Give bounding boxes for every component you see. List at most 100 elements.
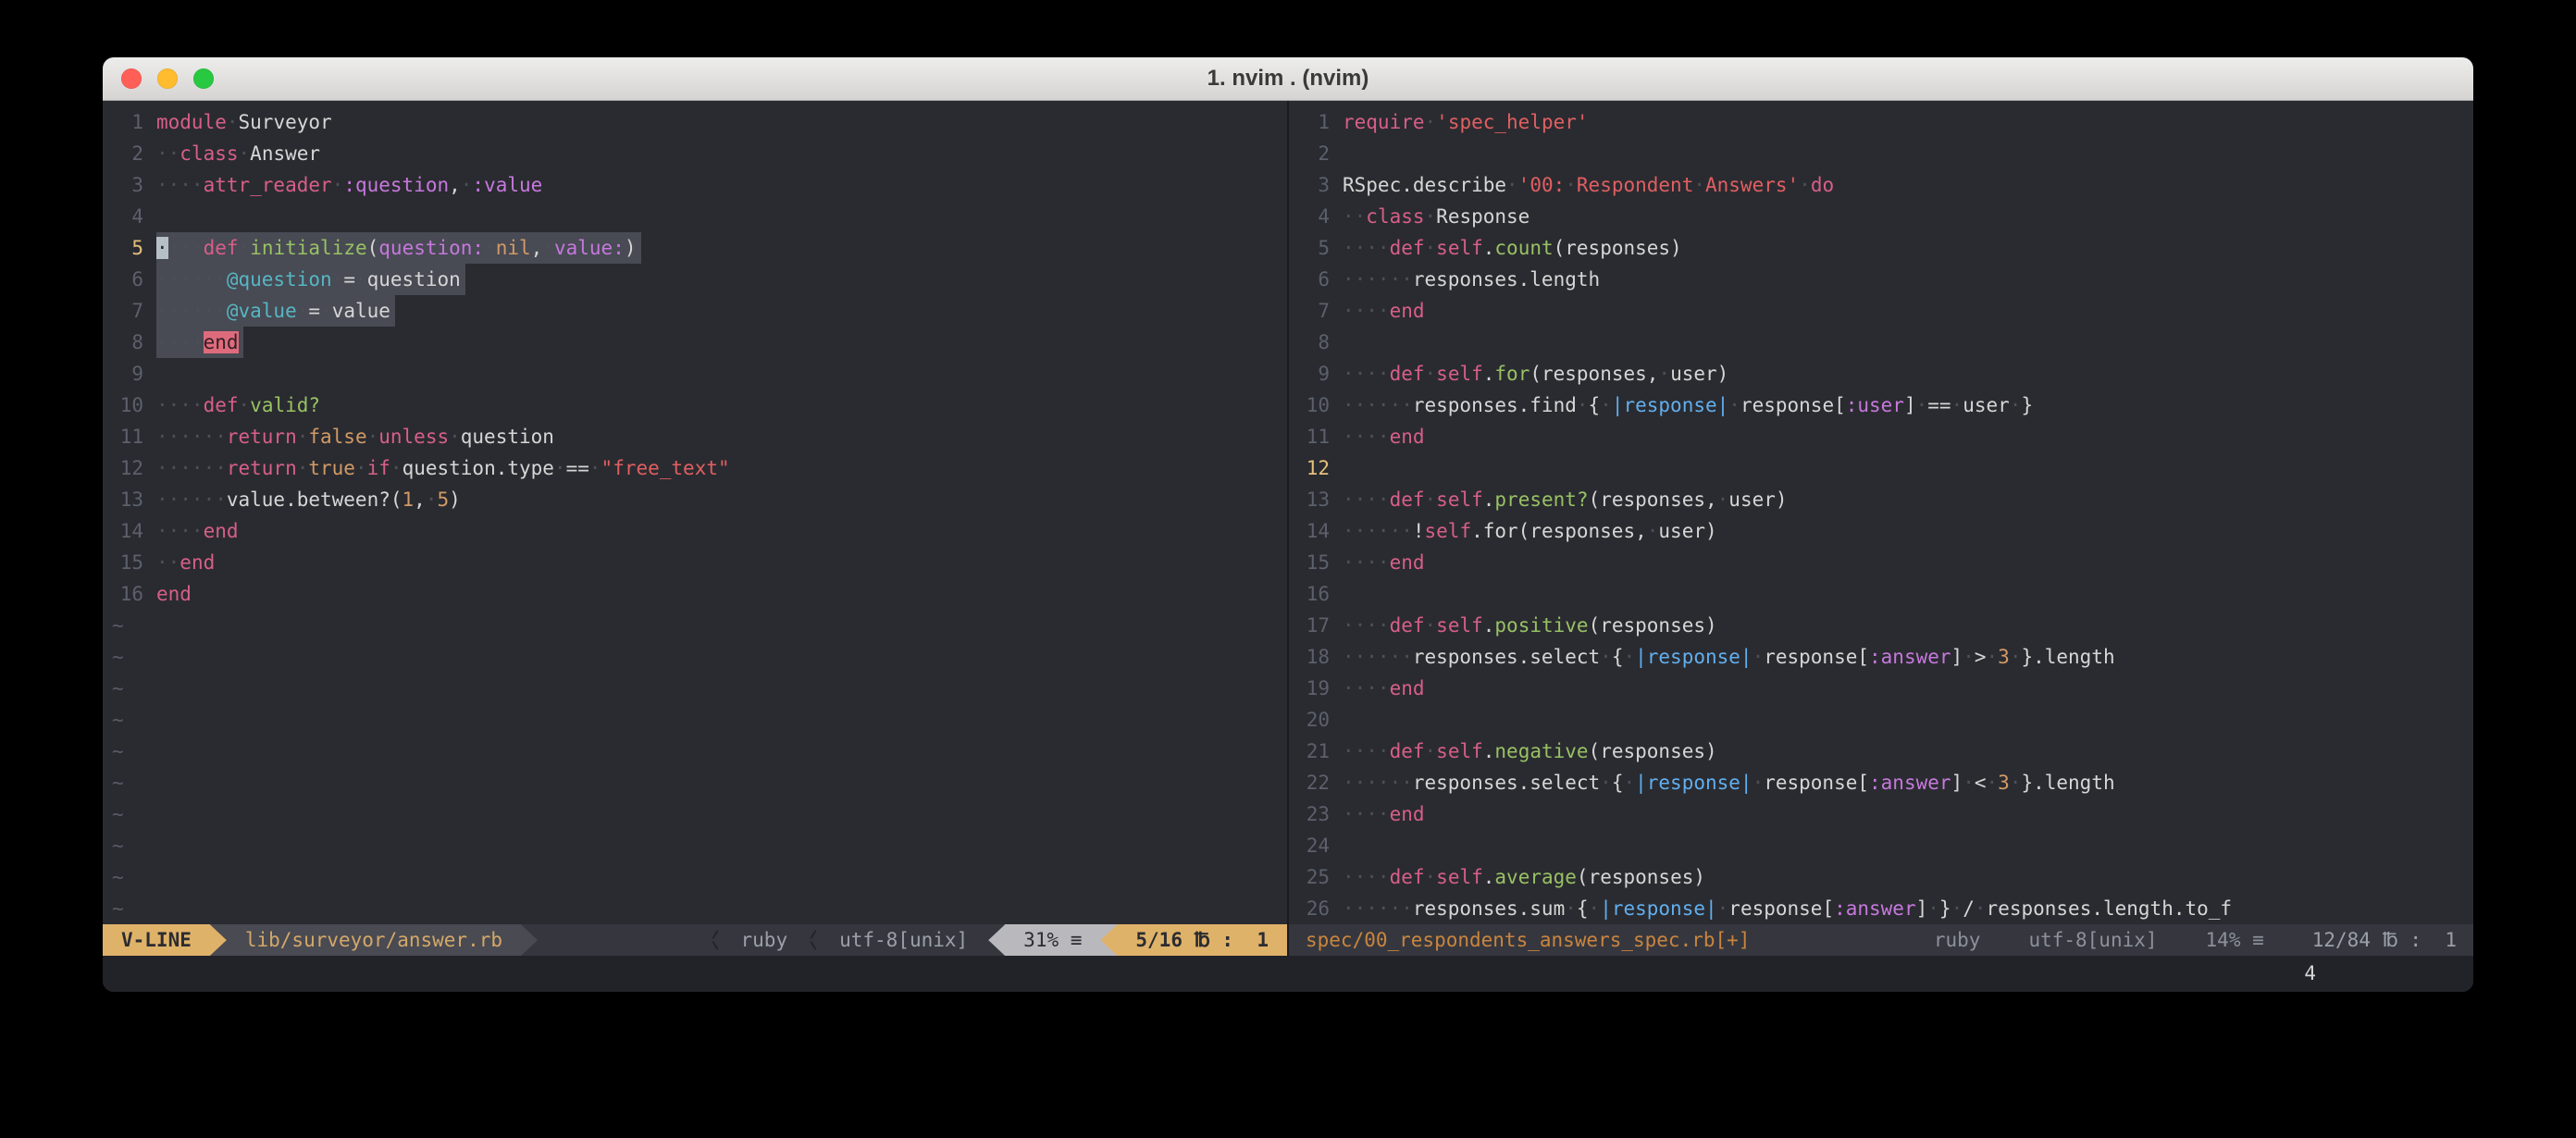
- line-number: 13: [1289, 484, 1343, 515]
- tilde-marker: ~: [103, 641, 124, 673]
- code-text: ····attr_reader·:question,·:value: [156, 169, 542, 201]
- line-number: 4: [1289, 201, 1343, 232]
- code-line[interactable]: 5····def·initialize(question:·nil,·value…: [103, 232, 1287, 264]
- line-number: 15: [103, 547, 156, 578]
- code-line[interactable]: 22······responses.select·{·|response|·re…: [1289, 767, 2473, 798]
- code-line[interactable]: 4··class·Response: [1289, 201, 2473, 232]
- filler-line: ~: [103, 641, 1287, 673]
- code-text: ······responses.select·{·|response|·resp…: [1343, 767, 2115, 798]
- code-line[interactable]: 25····def·self.average(responses): [1289, 861, 2473, 893]
- code-line[interactable]: 20: [1289, 704, 2473, 736]
- code-line[interactable]: 2··class·Answer: [103, 138, 1287, 169]
- code-text: ····def·self.negative(responses): [1343, 736, 1717, 767]
- code-text: ····end: [1343, 673, 1425, 704]
- line-number: 17: [1289, 610, 1343, 641]
- code-line[interactable]: 11······return·false·unless·question: [103, 421, 1287, 452]
- code-text: ······!self.for(responses,·user): [1343, 515, 1717, 547]
- code-line[interactable]: 3····attr_reader·:question,·:value: [103, 169, 1287, 201]
- code-text: ····def·self.present?(responses,·user): [1343, 484, 1788, 515]
- window-title: 1. nvim . (nvim): [1208, 66, 1369, 92]
- powerline-arrow-icon: [988, 924, 1005, 956]
- code-line[interactable]: 7······@value·=·value: [103, 295, 1287, 327]
- thin-separator-icon: [710, 924, 721, 956]
- code-line[interactable]: 7····end: [1289, 295, 2473, 327]
- code-area[interactable]: 1module·Surveyor2··class·Answer3····attr…: [103, 101, 1287, 924]
- code-text: ······value.between?(1,·5): [156, 484, 461, 515]
- line-number: 3: [103, 169, 156, 201]
- code-line[interactable]: 12: [1289, 452, 2473, 484]
- code-line[interactable]: 14····end: [103, 515, 1287, 547]
- line-number: 15: [1289, 547, 1343, 578]
- line-number: 8: [103, 327, 156, 358]
- line-number: 25: [1289, 861, 1343, 893]
- line-number: 21: [1289, 736, 1343, 767]
- code-line[interactable]: 18······responses.select·{·|response|·re…: [1289, 641, 2473, 673]
- code-line[interactable]: 8: [1289, 327, 2473, 358]
- line-number: 1: [1289, 106, 1343, 138]
- code-line[interactable]: 6······responses.length: [1289, 264, 2473, 295]
- line-number: 6: [1289, 264, 1343, 295]
- code-line[interactable]: 10······responses.find·{·|response|·resp…: [1289, 390, 2473, 421]
- code-line[interactable]: 8····end: [103, 327, 1287, 358]
- code-line[interactable]: 10····def·valid?: [103, 390, 1287, 421]
- line-number: 11: [1289, 421, 1343, 452]
- code-line[interactable]: 24: [1289, 830, 2473, 861]
- code-line[interactable]: 16: [1289, 578, 2473, 610]
- pending-command-count: 4: [2304, 956, 2316, 992]
- code-line[interactable]: 6······@question·=·question: [103, 264, 1287, 295]
- statusline-middle: ruby utf-8[unix]: [538, 924, 988, 956]
- statusline-left: V-LINE lib/surveyor/answer.rb ruby utf-8…: [103, 924, 1287, 956]
- statusline-right: spec/00_respondents_answers_spec.rb[+] r…: [1289, 924, 2473, 956]
- code-line[interactable]: 9: [103, 358, 1287, 390]
- line-number: 4: [103, 201, 156, 232]
- code-text: ····def·valid?: [156, 390, 320, 421]
- filler-line: ~: [103, 610, 1287, 641]
- powerline-arrow-icon: [521, 924, 538, 956]
- code-text: ······return·false·unless·question: [156, 421, 554, 452]
- code-line[interactable]: 23····end: [1289, 798, 2473, 830]
- code-line[interactable]: 1require·'spec_helper': [1289, 106, 2473, 138]
- minimize-button[interactable]: [157, 68, 178, 89]
- code-line[interactable]: 13······value.between?(1,·5): [103, 484, 1287, 515]
- line-number: 14: [1289, 515, 1343, 547]
- code-line[interactable]: 15··end: [103, 547, 1287, 578]
- code-text: ····end: [1343, 295, 1425, 327]
- code-text: ····end: [1343, 798, 1425, 830]
- code-text: ····end: [1343, 547, 1425, 578]
- code-line[interactable]: 19····end: [1289, 673, 2473, 704]
- split-panes: 1module·Surveyor2··class·Answer3····attr…: [103, 101, 2473, 956]
- line-number: 16: [103, 578, 156, 610]
- line-number: 24: [1289, 830, 1343, 861]
- code-line[interactable]: 16end: [103, 578, 1287, 610]
- code-text: ····end: [156, 515, 239, 547]
- line-number: 16: [1289, 578, 1343, 610]
- line-number: 3: [1289, 169, 1343, 201]
- line-number: 14: [103, 515, 156, 547]
- window-titlebar[interactable]: 1. nvim . (nvim): [103, 57, 2473, 101]
- line-number: 23: [1289, 798, 1343, 830]
- filler-line: ~: [103, 736, 1287, 767]
- code-text: ······responses.sum·{·|response|·respons…: [1343, 893, 2232, 924]
- powerline-arrow-icon: [210, 924, 227, 956]
- tilde-marker: ~: [103, 736, 124, 767]
- code-line[interactable]: 12······return·true·if·question.type·==·…: [103, 452, 1287, 484]
- close-button[interactable]: [121, 68, 142, 89]
- code-line[interactable]: 26······responses.sum·{·|response|·respo…: [1289, 893, 2473, 924]
- code-line[interactable]: 5····def·self.count(responses): [1289, 232, 2473, 264]
- code-line[interactable]: 15····end: [1289, 547, 2473, 578]
- code-line[interactable]: 13····def·self.present?(responses,·user): [1289, 484, 2473, 515]
- code-line[interactable]: 14······!self.for(responses,·user): [1289, 515, 2473, 547]
- code-line[interactable]: 21····def·self.negative(responses): [1289, 736, 2473, 767]
- code-line[interactable]: 1module·Surveyor: [103, 106, 1287, 138]
- code-line[interactable]: 4: [103, 201, 1287, 232]
- code-area[interactable]: 1require·'spec_helper'23RSpec.describe·'…: [1289, 101, 2473, 924]
- code-text: require·'spec_helper': [1343, 106, 1589, 138]
- code-line[interactable]: 3RSpec.describe·'00:·Respondent·Answers'…: [1289, 169, 2473, 201]
- code-line[interactable]: 9····def·self.for(responses,·user): [1289, 358, 2473, 390]
- code-line[interactable]: 11····end: [1289, 421, 2473, 452]
- code-line[interactable]: 2: [1289, 138, 2473, 169]
- code-line[interactable]: 17····def·self.positive(responses): [1289, 610, 2473, 641]
- zoom-button[interactable]: [193, 68, 214, 89]
- code-text: ····def·self.for(responses,·user): [1343, 358, 1728, 390]
- code-text: ··class·Answer: [156, 138, 320, 169]
